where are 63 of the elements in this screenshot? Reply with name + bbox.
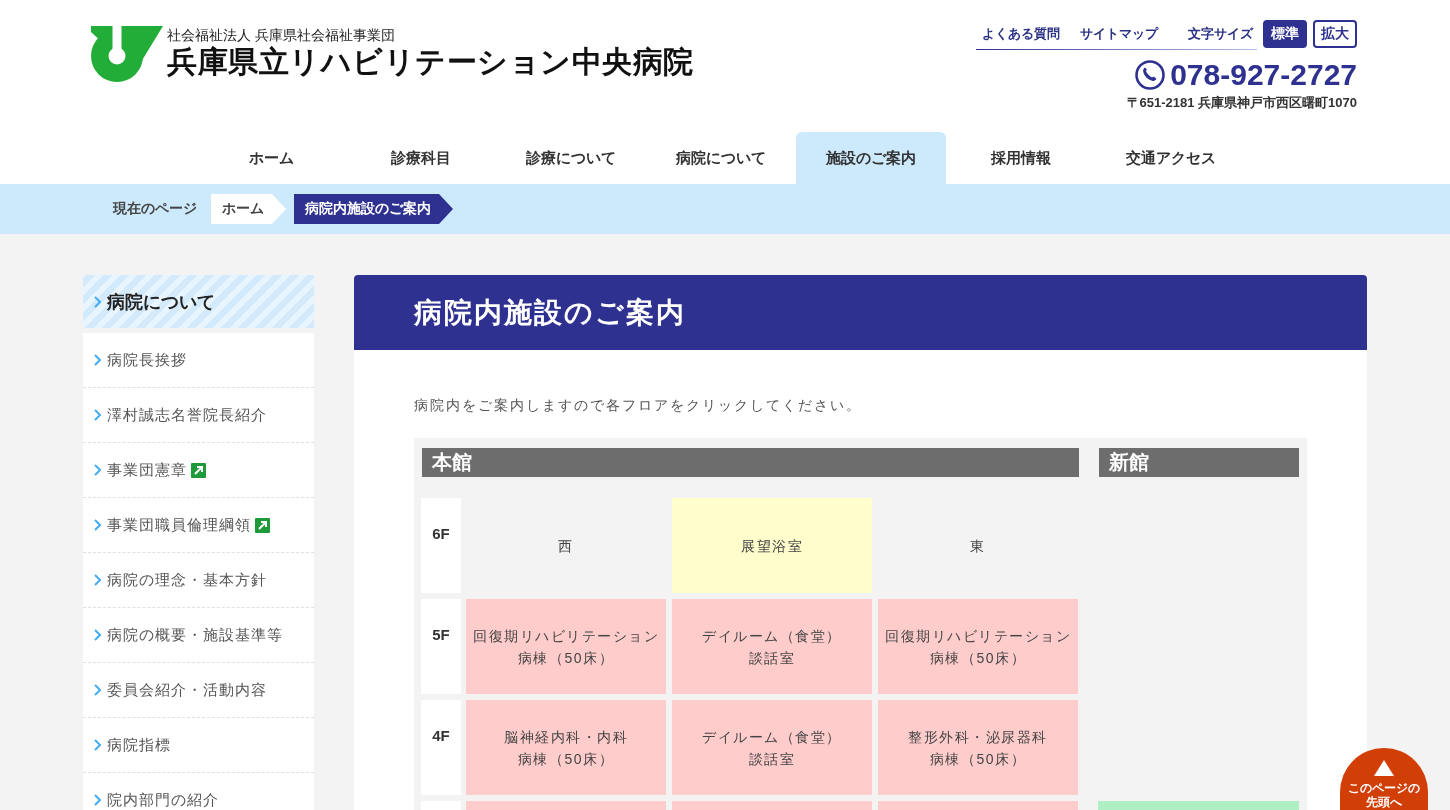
chevron-icon [94, 409, 101, 421]
chevron-icon [94, 629, 101, 641]
floor-label: 6F [421, 498, 461, 593]
room-cell[interactable]: 展望浴室 [672, 498, 872, 593]
nav-tab[interactable]: 診療について [496, 132, 646, 184]
sidebar-link[interactable]: 委員会紹介・活動内容 [83, 663, 314, 718]
sidebar-link[interactable]: 事業団憲章 [83, 443, 314, 498]
room-cell[interactable]: デイルーム（食堂） 談話室 [672, 599, 872, 694]
up-arrow-icon [1374, 760, 1394, 776]
phone-number: 078-927-2727 [1170, 58, 1357, 92]
room-cell[interactable]: 脳神経内科・内科 病棟（50床） [466, 700, 666, 795]
room-cell[interactable]: 整形外科・泌尿器科 病棟（50床） [878, 700, 1078, 795]
back-to-top-button[interactable]: このページの先頭へ [1340, 748, 1428, 810]
nav-tab[interactable]: 施設のご案内 [796, 132, 946, 184]
nav-tab[interactable]: 交通アクセス [1096, 132, 1246, 184]
sidebar-link[interactable]: 病院指標 [83, 718, 314, 773]
breadcrumb-link[interactable]: ホーム [211, 194, 286, 224]
chevron-icon [94, 794, 101, 806]
floor-label: 4F [421, 700, 461, 795]
chevron-icon [94, 354, 101, 366]
sidebar-link[interactable]: 澤村誠志名誉院長紹介 [83, 388, 314, 443]
chevron-icon [94, 295, 101, 308]
phone-icon [1135, 60, 1166, 90]
room-cell[interactable] [878, 801, 1078, 810]
chevron-icon [94, 519, 101, 531]
room-cell[interactable]: デイルーム（食堂） 談話室 [672, 700, 872, 795]
font-size-button[interactable]: 拡大 [1313, 20, 1357, 48]
sidebar-link[interactable]: 院内部門の紹介 [83, 773, 314, 810]
building-heading: 本館 [422, 448, 1079, 477]
room-cell[interactable] [466, 801, 666, 810]
wing-label: 西 [557, 536, 575, 556]
chevron-icon [94, 739, 101, 751]
chevron-icon [94, 574, 101, 586]
wing-label: 東 [969, 536, 987, 556]
page-title: 病院内施設のご案内 [354, 275, 1367, 350]
room-cell[interactable] [672, 801, 872, 810]
chevron-icon [94, 684, 101, 696]
font-size-button[interactable]: 標準 [1263, 20, 1307, 48]
room-cell[interactable] [1098, 801, 1299, 810]
nav-tab[interactable]: 採用情報 [946, 132, 1096, 184]
room-cell[interactable]: 回復期リハビリテーション 病棟（50床） [466, 599, 666, 694]
address-text: 〒651-2181 兵庫県神戸市西区曙町1070 [1126, 95, 1357, 111]
chevron-icon [94, 464, 101, 476]
floor-label: 5F [421, 599, 461, 694]
sidebar-title: 病院について [107, 290, 215, 314]
sidebar-link[interactable]: 病院長挨拶 [83, 333, 314, 388]
font-size-label: 文字サイズ [1188, 26, 1253, 42]
hospital-name: 兵庫県立リハビリテーション中央病院 [167, 44, 694, 80]
intro-text: 病院内をご案内しますので各フロアをクリックしてください。 [414, 396, 863, 415]
room-cell[interactable]: 回復期リハビリテーション 病棟（50床） [878, 599, 1078, 694]
building-heading: 新館 [1099, 448, 1299, 477]
organization-name: 社会福祉法人 兵庫県社会福祉事業団 [167, 26, 396, 44]
breadcrumb-label: 現在のページ [113, 200, 197, 218]
nav-tab[interactable]: ホーム [196, 132, 346, 184]
sidebar-link[interactable]: 病院の理念・基本方針 [83, 553, 314, 608]
sidebar-link[interactable]: 病院の概要・施設基準等 [83, 608, 314, 663]
header-link[interactable]: サイトマップ [1080, 26, 1158, 42]
header-link[interactable]: よくある質問 [982, 26, 1060, 42]
nav-tab[interactable]: 診療科目 [346, 132, 496, 184]
logo-emblem-icon [89, 26, 163, 82]
breadcrumb-link[interactable]: 病院内施設のご案内 [294, 194, 453, 224]
nav-tab[interactable]: 病院について [646, 132, 796, 184]
sidebar-link[interactable]: 事業団職員倫理綱領 [83, 498, 314, 553]
